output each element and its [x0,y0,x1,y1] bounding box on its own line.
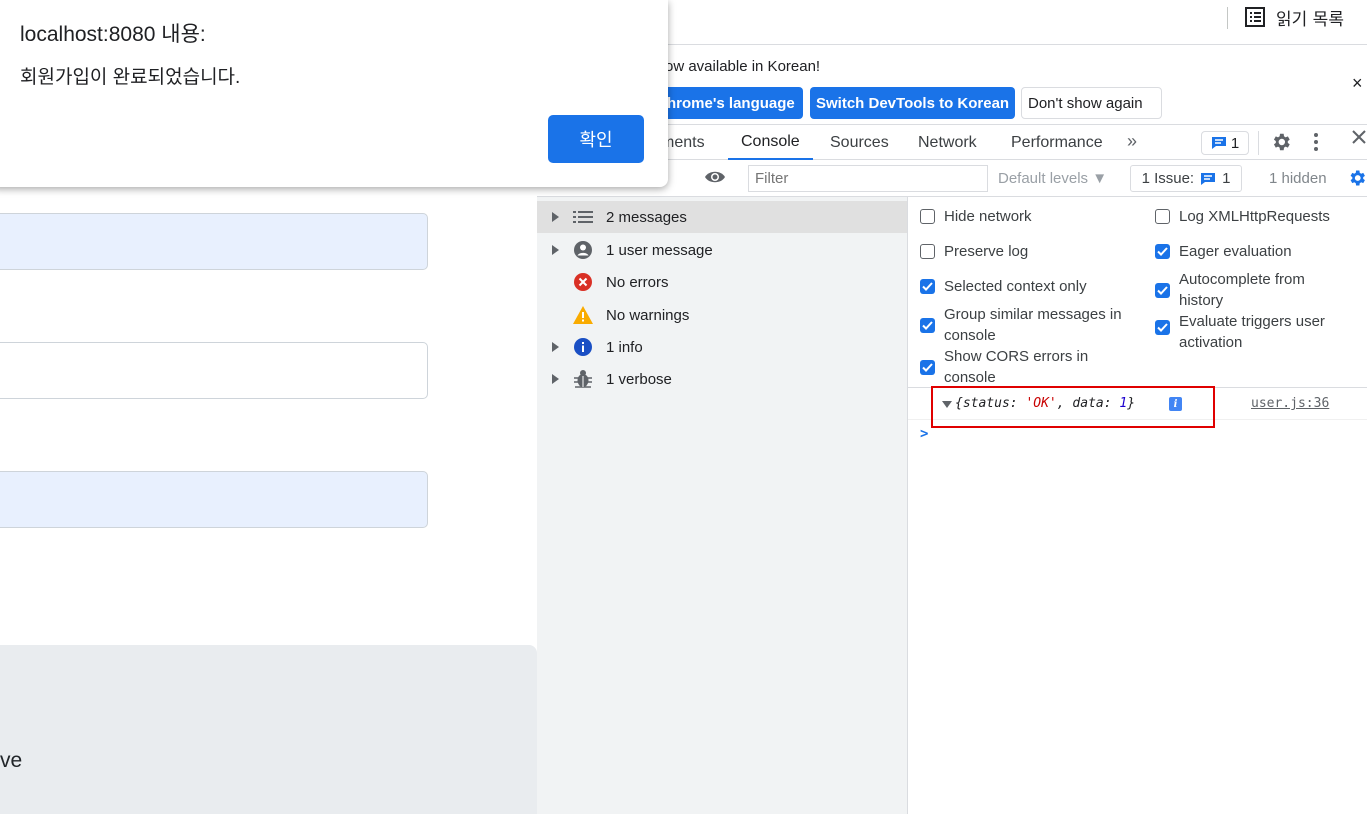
infobar-text: ow available in Korean! [665,58,821,75]
form-input-3[interactable] [0,471,428,528]
option-log-xhr[interactable]: Log XMLHttpRequests [1155,206,1365,227]
option-eager-evaluation[interactable]: Eager evaluation [1155,241,1365,262]
form-input-1[interactable] [0,213,428,270]
checkbox-checked-icon[interactable] [920,360,935,375]
checkbox[interactable] [1155,209,1170,224]
match-chrome-language-button[interactable]: hrome's language [661,87,803,119]
option-selected-context-only[interactable]: Selected context only [920,276,1140,297]
option-label: Group similar messages in console [944,306,1122,344]
tab-sources[interactable]: Sources [830,125,889,160]
expand-arrow-icon [552,374,559,384]
sidebar-item-label: 1 user message [606,241,713,259]
live-expression-eye-icon[interactable] [704,168,726,186]
reading-list-icon [1245,7,1265,27]
issue-chip-count: 1 [1222,170,1231,187]
tab-console[interactable]: Console [728,125,813,160]
footer-text: ve [0,749,23,772]
warning-icon [573,305,593,325]
expand-arrow-icon [552,245,559,255]
issues-chip-button[interactable]: 1 Issue: 1 [1130,165,1242,192]
form-input-2[interactable] [0,342,428,399]
annotation-highlight-box [931,386,1215,428]
sidebar-item-label: 2 messages [606,208,687,226]
message-icon [1201,172,1216,185]
expand-arrow-icon [552,342,559,352]
option-evaluate-triggers[interactable]: Evaluate triggers user activation [1155,311,1345,353]
switch-devtools-korean-button[interactable]: Switch DevTools to Korean [810,87,1015,119]
message-icon [1211,137,1226,149]
console-prompt[interactable]: > [920,426,928,442]
expand-arrow-icon [552,212,559,222]
user-icon [573,240,593,260]
checkbox-checked-icon[interactable] [1155,320,1170,335]
option-label: Eager evaluation [1179,243,1292,260]
sidebar-item-messages[interactable]: 2 messages [537,201,907,233]
console-output: {status: 'OK', data: 1} i user.js:36 > [908,386,1367,814]
more-tabs-icon[interactable]: » [1127,131,1137,152]
console-settings-gear-icon[interactable] [1347,168,1367,188]
option-hide-network[interactable]: Hide network [920,206,1140,227]
toolbar-divider [1227,7,1228,29]
option-group-similar[interactable]: Group similar messages in console [920,304,1145,346]
console-filter-input[interactable] [748,165,988,192]
checkbox-checked-icon[interactable] [920,279,935,294]
issues-count: 1 [1230,134,1240,152]
reading-list-button[interactable]: 읽기 목록 [1244,5,1344,30]
list-icon [573,207,593,227]
option-label: Preserve log [944,243,1029,260]
option-autocomplete-history[interactable]: Autocomplete from history [1155,269,1330,311]
log-levels-dropdown[interactable]: Default levels ▼ [998,170,1107,187]
console-sidebar: 2 messages 1 user message No errors No w… [537,197,908,814]
bug-icon [573,369,593,389]
hidden-messages-count: 1 hidden [1269,170,1327,187]
console-settings-pane: Hide network Log XMLHttpRequests Preserv… [908,197,1367,388]
dont-show-again-button[interactable]: Don't show again [1021,87,1162,119]
option-show-cors-errors[interactable]: Show CORS errors in console [920,346,1120,388]
sidebar-item-errors[interactable]: No errors [537,266,907,298]
alert-title: localhost:8080 내용: [20,23,206,46]
sidebar-item-label: 1 verbose [606,370,672,388]
tabbar-divider [1258,131,1259,155]
option-label: Evaluate triggers user activation [1179,313,1325,351]
sidebar-item-label: 1 info [606,338,643,356]
checkbox-checked-icon[interactable] [1155,283,1170,298]
option-label: Show CORS errors in console [944,348,1089,386]
option-label: Hide network [944,208,1032,225]
close-devtools-icon[interactable] [1351,129,1367,145]
sidebar-item-label: No errors [606,273,669,291]
page-footer: ve [0,645,537,814]
sidebar-item-user-messages[interactable]: 1 user message [537,234,907,266]
alert-dialog: localhost:8080 내용: 회원가입이 완료되었습니다. 확인 [0,0,668,187]
alert-message: 회원가입이 완료되었습니다. [20,67,241,88]
checkbox-checked-icon[interactable] [1155,244,1170,259]
checkbox[interactable] [920,244,935,259]
alert-ok-button[interactable]: 확인 [548,115,644,163]
reading-list-label: 읽기 목록 [1276,9,1344,30]
settings-gear-icon[interactable] [1270,131,1292,153]
sidebar-item-label: No warnings [606,306,690,324]
option-preserve-log[interactable]: Preserve log [920,241,1140,262]
issues-counter-button[interactable]: 1 [1201,131,1249,155]
checkbox-checked-icon[interactable] [920,318,935,333]
sidebar-item-warnings[interactable]: No warnings [537,299,907,331]
option-label: Autocomplete from history [1179,271,1305,309]
tab-performance[interactable]: Performance [1011,125,1103,160]
checkbox[interactable] [920,209,935,224]
sidebar-item-info[interactable]: 1 info [537,331,907,363]
more-options-icon[interactable] [1313,131,1319,153]
source-link[interactable]: user.js:36 [1251,396,1329,411]
option-label: Log XMLHttpRequests [1179,208,1330,225]
tab-network[interactable]: Network [918,125,977,160]
info-icon [573,337,593,357]
issue-chip-label: 1 Issue: [1141,170,1195,187]
error-icon [573,272,593,292]
infobar-close-icon[interactable]: × [1352,73,1363,94]
sidebar-item-verbose[interactable]: 1 verbose [537,363,907,395]
option-label: Selected context only [944,278,1087,295]
